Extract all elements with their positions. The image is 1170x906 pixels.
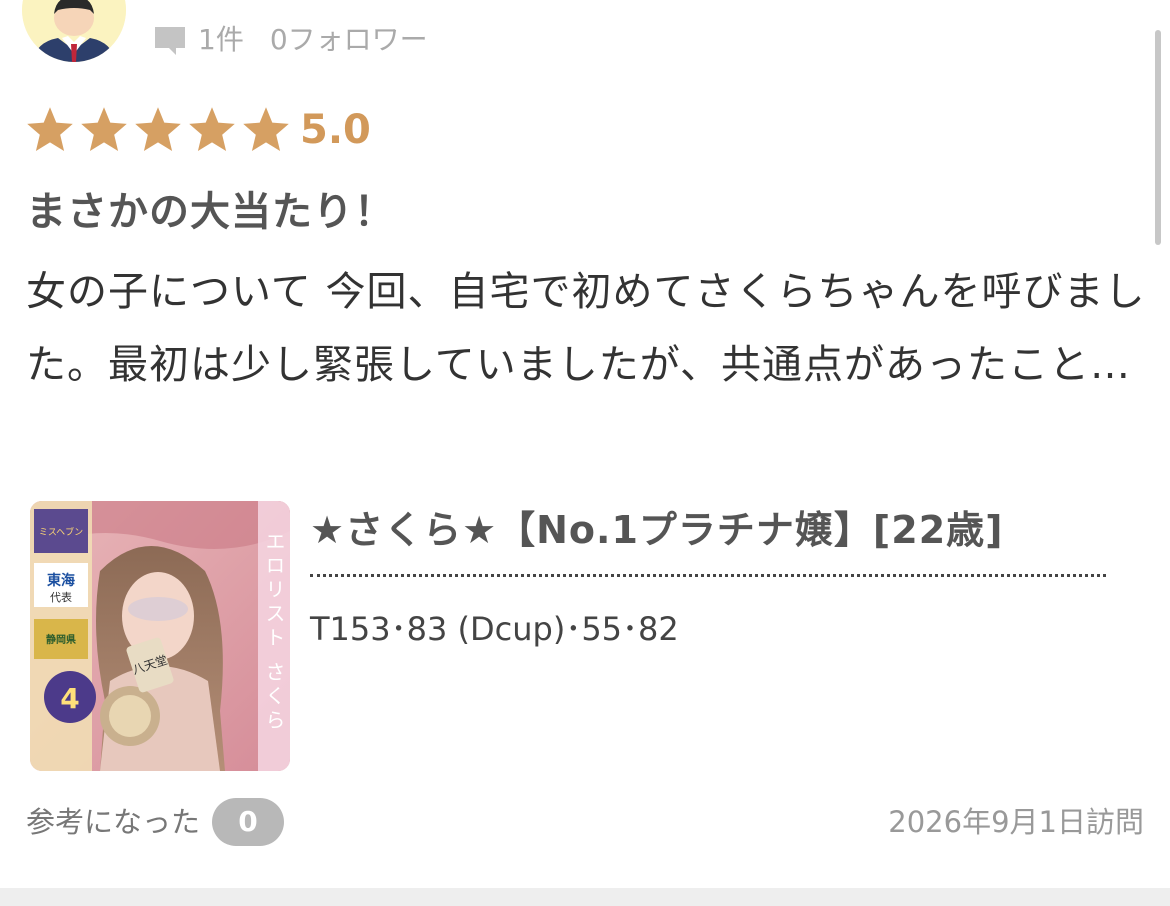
follower-count[interactable]: 0フォロワー bbox=[270, 20, 428, 60]
badge-region-text: 東海 bbox=[47, 572, 75, 589]
badge-top-text: ミスヘブン bbox=[39, 526, 83, 538]
star-icon bbox=[240, 104, 292, 156]
scrollbar[interactable] bbox=[1155, 30, 1161, 245]
reviewer-avatar[interactable] bbox=[22, 0, 126, 62]
dotted-divider bbox=[310, 574, 1106, 577]
cast-portrait-image: 八天堂 ミスヘブン 東海 代表 静岡県 4 エロリスト さくら bbox=[30, 501, 290, 771]
review-title[interactable]: まさかの大当たり！ bbox=[26, 184, 395, 240]
visit-date: 2026年9月1日訪問 bbox=[888, 805, 1144, 839]
badge-rank-text: 4 bbox=[60, 682, 79, 715]
section-divider bbox=[0, 888, 1170, 906]
cast-specs: T153･83 (Dcup)･55･82 bbox=[310, 610, 679, 648]
badge-pref-text: 静岡県 bbox=[46, 633, 76, 646]
cast-photo[interactable]: 八天堂 ミスヘブン 東海 代表 静岡県 4 エロリスト さくら bbox=[30, 501, 290, 771]
comment-icon bbox=[155, 27, 185, 55]
rating-value: 5.0 bbox=[300, 107, 371, 153]
reviewer-meta: 1件 0フォロワー bbox=[152, 20, 428, 60]
helpful-section: 参考になった 0 bbox=[26, 796, 285, 848]
vertical-label: エロリスト さくら bbox=[262, 531, 286, 733]
star-icon bbox=[132, 104, 184, 156]
helpful-button[interactable]: 参考になった bbox=[26, 796, 200, 848]
cast-name-link[interactable]: ★さくら★【No.1プラチナ嬢】[22歳] bbox=[310, 500, 1106, 560]
star-icon bbox=[186, 104, 238, 156]
badge-sub-text: 代表 bbox=[50, 590, 72, 604]
review-body[interactable]: 女の子について 今回、自宅で初めてさくらちゃんを呼びました。最初は少し緊張してい… bbox=[26, 256, 1151, 402]
star-icon bbox=[24, 104, 76, 156]
star-icon bbox=[78, 104, 130, 156]
review-count[interactable]: 1件 bbox=[198, 20, 244, 60]
businessman-avatar-icon bbox=[22, 0, 126, 62]
star-rating: 5.0 bbox=[24, 100, 371, 160]
helpful-count-badge: 0 bbox=[212, 798, 285, 846]
